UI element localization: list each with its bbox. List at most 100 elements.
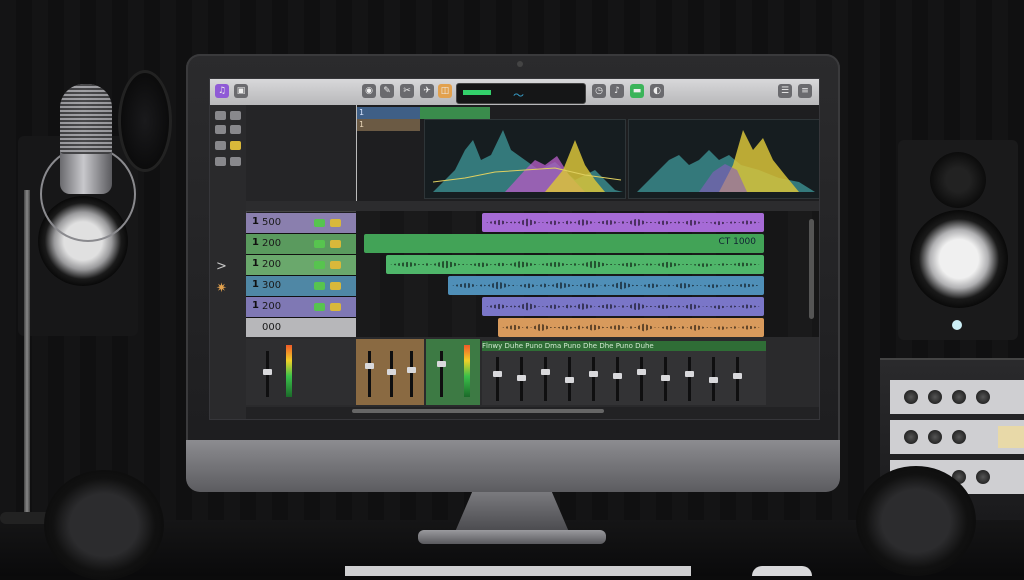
track-number: 1 — [252, 216, 259, 227]
glue-tool-icon[interactable]: ✈ — [420, 84, 434, 98]
fx-insert-row[interactable]: Flnwy Duhe Puno Dma Puno Dhe Dhe Puno Du… — [482, 341, 766, 351]
fader-track[interactable] — [440, 351, 443, 397]
track-name: 300 — [262, 280, 282, 291]
right-speaker — [898, 140, 1018, 340]
menu-icon[interactable]: ≡ — [798, 84, 812, 98]
playhead[interactable] — [356, 105, 357, 211]
list-editor-icon[interactable]: ☰ — [778, 84, 792, 98]
fader-knob[interactable] — [589, 371, 598, 377]
solo-button[interactable] — [330, 282, 341, 290]
fader-track[interactable] — [616, 357, 619, 401]
mic-stand — [24, 190, 30, 520]
fader-knob[interactable] — [437, 361, 446, 367]
inspector-button[interactable]: ▣ — [234, 84, 248, 98]
fader-knob[interactable] — [263, 369, 272, 375]
track-header[interactable]: 1 500 — [246, 213, 356, 234]
audio-region[interactable] — [498, 318, 764, 337]
solo-button[interactable] — [330, 240, 341, 248]
editor-left-pane — [246, 105, 356, 211]
star-icon[interactable]: ✷ — [216, 281, 227, 296]
monitor-foot — [418, 530, 606, 544]
track-header[interactable]: 1 200 — [246, 297, 356, 318]
region-tab[interactable]: 1 — [356, 119, 420, 131]
chevron-right-icon[interactable]: > — [216, 259, 227, 274]
mute-button[interactable] — [314, 219, 325, 227]
strip-button[interactable] — [215, 111, 226, 120]
fader-track[interactable] — [640, 357, 643, 401]
region-tab[interactable]: 1 — [356, 107, 420, 119]
fader-knob[interactable] — [733, 373, 742, 379]
strip-button[interactable] — [230, 125, 241, 134]
channel-strips-group — [482, 351, 766, 405]
waveform — [486, 218, 760, 227]
vertical-scrollbar[interactable] — [809, 219, 814, 319]
fader-track[interactable] — [736, 357, 739, 401]
level-meter — [463, 90, 491, 95]
headphones-left — [44, 470, 164, 580]
track-name: 200 — [262, 301, 282, 312]
waveform — [502, 323, 760, 332]
rack-knob — [976, 390, 990, 404]
horizontal-scrollbar[interactable] — [352, 409, 604, 413]
audio-region[interactable] — [482, 213, 764, 232]
fader-knob[interactable] — [541, 369, 550, 375]
strip-button[interactable] — [215, 125, 226, 134]
spectrum-analyzer-left — [424, 119, 626, 199]
count-in-button[interactable]: ▬ — [630, 84, 644, 98]
track-name: 200 — [262, 259, 282, 270]
track-header[interactable]: 000 — [246, 318, 356, 339]
mute-button[interactable] — [314, 303, 325, 311]
fader-track[interactable] — [410, 351, 413, 397]
solo-icon[interactable]: ◐ — [650, 84, 664, 98]
record-icon[interactable]: ◉ — [362, 84, 376, 98]
track-header[interactable]: 1 300 — [246, 276, 356, 297]
scissors-tool-icon[interactable]: ✂ — [400, 84, 414, 98]
fader-knob[interactable] — [365, 363, 374, 369]
fader-knob[interactable] — [517, 375, 526, 381]
mute-button[interactable] — [314, 282, 325, 290]
rack-panel — [890, 420, 1024, 454]
lcd-display: 〜 — [456, 83, 586, 104]
metronome-icon[interactable]: ◷ — [592, 84, 606, 98]
fader-knob[interactable] — [661, 375, 670, 381]
level-meter — [464, 345, 470, 397]
rack-knob — [904, 390, 918, 404]
loop-button[interactable]: ◫ — [438, 84, 452, 98]
speaker-tweeter — [930, 152, 986, 208]
library-button[interactable]: ♫ — [215, 84, 229, 98]
solo-button[interactable] — [330, 219, 341, 227]
track-header[interactable]: 1 200 — [246, 255, 356, 276]
fader-knob[interactable] — [613, 373, 622, 379]
monitor-chin — [186, 440, 840, 492]
pencil-tool-icon[interactable]: ✎ — [380, 84, 394, 98]
mute-button[interactable] — [314, 240, 325, 248]
fader-track[interactable] — [496, 357, 499, 401]
spectrum-graph — [432, 130, 623, 192]
strip-button[interactable] — [230, 157, 241, 166]
fader-knob[interactable] — [387, 369, 396, 375]
region-green-bar[interactable] — [420, 107, 490, 119]
solo-button[interactable] — [330, 261, 341, 269]
strip-button[interactable] — [230, 111, 241, 120]
fader-track[interactable] — [592, 357, 595, 401]
audio-region[interactable]: CT 1000 — [364, 234, 764, 253]
audio-region[interactable] — [482, 297, 764, 316]
fader-knob[interactable] — [637, 369, 646, 375]
fader-knob[interactable] — [565, 377, 574, 383]
solo-button[interactable] — [330, 303, 341, 311]
fader-track[interactable] — [544, 357, 547, 401]
strip-button[interactable] — [230, 141, 241, 150]
fader-knob[interactable] — [493, 371, 502, 377]
fader-knob[interactable] — [685, 371, 694, 377]
strip-button[interactable] — [215, 141, 226, 150]
fader-knob[interactable] — [407, 367, 416, 373]
tuner-icon[interactable]: ♪ — [610, 84, 624, 98]
mute-button[interactable] — [314, 261, 325, 269]
audio-region[interactable] — [448, 276, 764, 295]
fader-knob[interactable] — [709, 377, 718, 383]
fader-track[interactable] — [368, 351, 371, 397]
audio-region[interactable] — [386, 255, 764, 274]
track-header[interactable]: 1 200 — [246, 234, 356, 255]
fader-track[interactable] — [688, 357, 691, 401]
strip-button[interactable] — [215, 157, 226, 166]
